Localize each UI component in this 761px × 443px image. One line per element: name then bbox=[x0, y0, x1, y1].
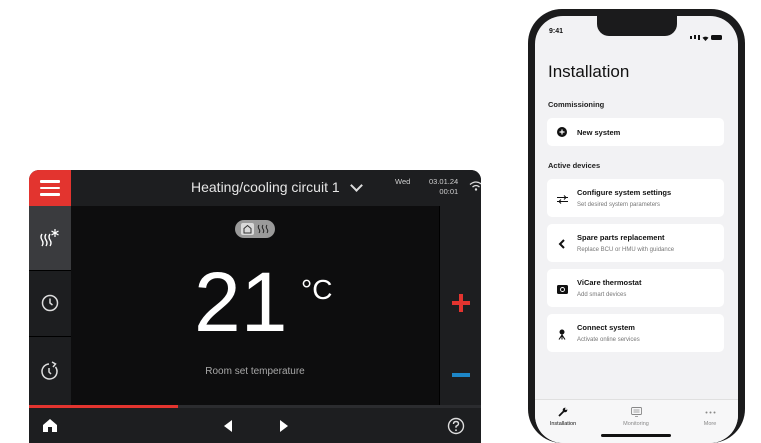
wrench-icon bbox=[556, 238, 568, 250]
sliders-icon bbox=[556, 193, 568, 205]
tab-label: More bbox=[703, 421, 717, 427]
room-set-temperature-label: Room set temperature bbox=[205, 366, 305, 377]
arrow-right-icon bbox=[280, 419, 288, 432]
date-time: 03.01.24 00:01 bbox=[429, 177, 458, 197]
menu-bar bbox=[40, 180, 60, 183]
timer-icon bbox=[41, 361, 58, 380]
item-subtitle: Replace BCU or HMU with guidance bbox=[577, 247, 675, 253]
top-bar: Heating/cooling circuit 1 Wed 03.01.24 0… bbox=[71, 170, 481, 206]
antenna-icon bbox=[556, 328, 568, 340]
chevron-down-icon bbox=[349, 178, 363, 192]
weekday-label: Wed bbox=[395, 177, 411, 186]
battery-icon bbox=[711, 34, 722, 40]
divider bbox=[29, 336, 71, 337]
mode-sidebar bbox=[29, 206, 71, 405]
set-temperature-value: 21 bbox=[194, 255, 288, 349]
schedule-button[interactable] bbox=[29, 271, 71, 335]
previous-button[interactable] bbox=[213, 408, 243, 443]
thermostat-icon bbox=[556, 283, 568, 295]
plus-circle-icon bbox=[556, 126, 568, 138]
signal-icon bbox=[698, 34, 700, 40]
signal-icon bbox=[690, 35, 692, 39]
connect-system-item[interactable]: Connect system Activate online services bbox=[547, 314, 724, 352]
section-commissioning: Commissioning bbox=[548, 100, 605, 109]
heating-controller-display: Heating/cooling circuit 1 Wed 03.01.24 0… bbox=[29, 170, 481, 443]
tab-monitoring[interactable]: Monitoring bbox=[611, 406, 661, 427]
page-title: Installation bbox=[548, 62, 630, 81]
status-bar-time: 9:41 bbox=[549, 28, 564, 35]
date-label: 03.01.24 bbox=[429, 177, 459, 186]
adjust-column bbox=[439, 206, 481, 405]
help-icon bbox=[447, 417, 465, 434]
bottom-bar bbox=[29, 408, 481, 443]
item-subtitle: Set desired system parameters bbox=[577, 202, 661, 208]
item-title: Connect system bbox=[577, 323, 635, 332]
menu-bar bbox=[40, 186, 60, 190]
arrow-left-icon bbox=[224, 419, 232, 432]
item-title: ViCare thermostat bbox=[577, 278, 642, 287]
circuit-selector[interactable]: Heating/cooling circuit 1 bbox=[191, 178, 363, 195]
home-indicator bbox=[601, 434, 671, 437]
home-button[interactable] bbox=[35, 408, 65, 443]
phone-notch bbox=[597, 16, 677, 36]
heat-cool-icon bbox=[40, 229, 59, 247]
wifi-icon bbox=[702, 28, 709, 46]
item-title: Configure system settings bbox=[577, 188, 672, 197]
item-subtitle: Activate online services bbox=[577, 337, 640, 343]
item-title: Spare parts replacement bbox=[577, 233, 665, 242]
tab-label: Monitoring bbox=[623, 421, 649, 427]
clock-icon bbox=[41, 294, 59, 312]
decrease-temperature-button[interactable] bbox=[452, 373, 470, 377]
tab-more[interactable]: More bbox=[685, 406, 735, 427]
circuit-title: Heating/cooling circuit 1 bbox=[191, 179, 340, 195]
temperature-unit: °C bbox=[301, 274, 333, 305]
item-subtitle: Add smart devices bbox=[577, 292, 627, 298]
smartphone: 9:41 Installation Commissioning New syst… bbox=[528, 9, 745, 443]
temperature-area: 21 °C Room set temperature bbox=[71, 206, 439, 405]
phone-screen: 9:41 Installation Commissioning New syst… bbox=[535, 16, 738, 443]
wifi-icon bbox=[469, 181, 481, 191]
timer-button[interactable] bbox=[29, 339, 71, 403]
section-active-devices: Active devices bbox=[548, 161, 601, 170]
menu-button[interactable] bbox=[29, 170, 71, 206]
spare-parts-replacement-item[interactable]: Spare parts replacement Replace BCU or H… bbox=[547, 224, 724, 262]
time-label: 00:01 bbox=[439, 187, 459, 196]
house-icon bbox=[241, 223, 254, 235]
tab-installation[interactable]: Installation bbox=[538, 406, 588, 427]
menu-bar bbox=[40, 193, 60, 196]
monitor-icon bbox=[611, 406, 661, 418]
help-button[interactable] bbox=[441, 408, 471, 443]
radiator-heat-icon bbox=[257, 224, 269, 234]
vicare-thermostat-item[interactable]: ViCare thermostat Add smart devices bbox=[547, 269, 724, 307]
configure-system-settings-item[interactable]: Configure system settings Set desired sy… bbox=[547, 179, 724, 217]
tab-label: Installation bbox=[549, 421, 577, 427]
wrench-icon bbox=[538, 406, 588, 418]
signal-icon bbox=[694, 35, 696, 39]
increase-temperature-button[interactable] bbox=[452, 294, 470, 312]
more-icon bbox=[685, 406, 735, 418]
new-system-label: New system bbox=[577, 128, 621, 137]
home-icon bbox=[43, 419, 57, 432]
mode-indicator bbox=[235, 220, 275, 238]
new-system-button[interactable]: New system bbox=[547, 118, 724, 146]
next-button[interactable] bbox=[269, 408, 299, 443]
heating-cooling-mode-button[interactable] bbox=[29, 206, 71, 270]
status-bar-icons bbox=[690, 28, 722, 46]
